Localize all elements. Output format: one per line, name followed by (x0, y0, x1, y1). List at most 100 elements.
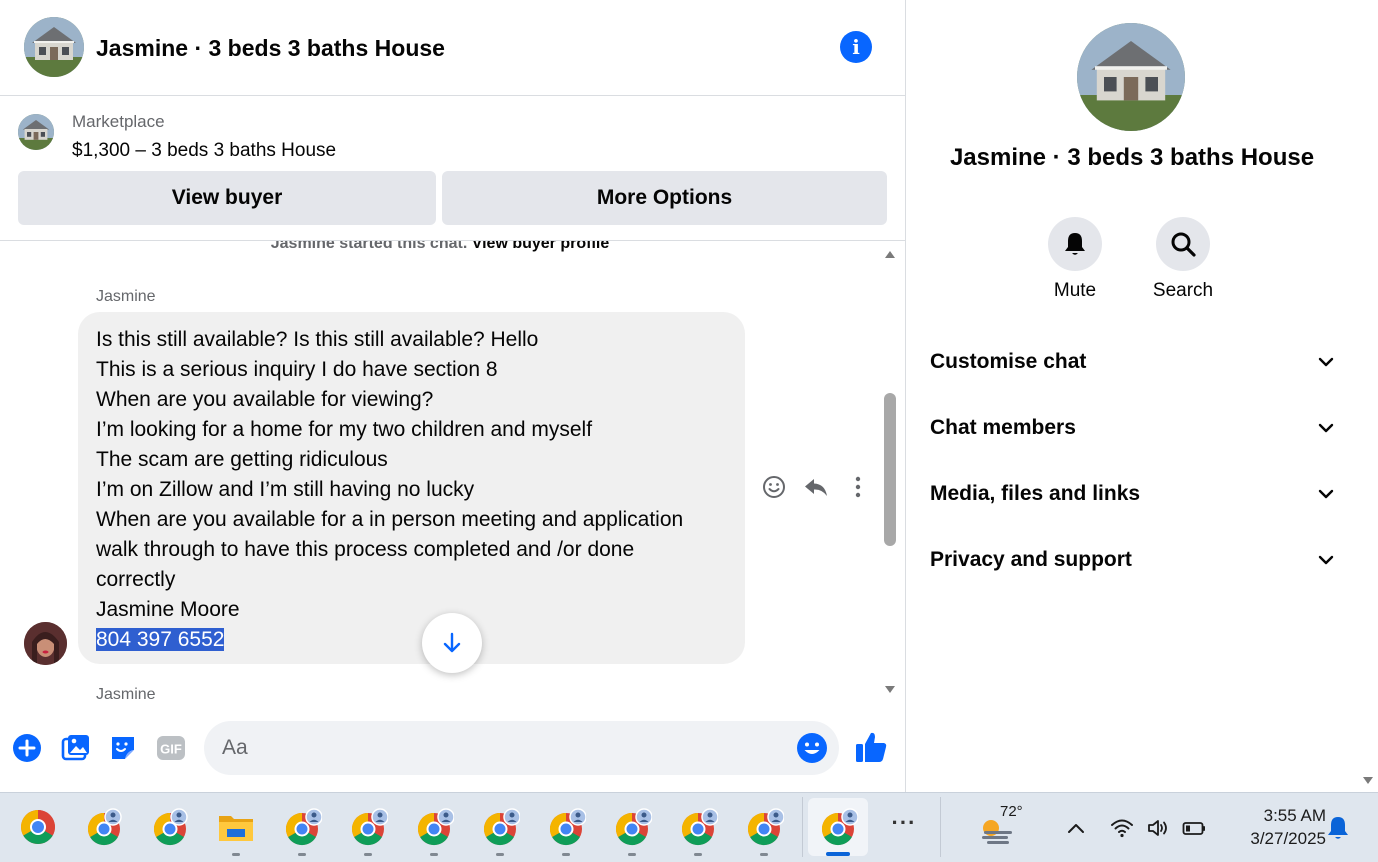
section-media-files-links[interactable]: Media, files and links (930, 468, 1336, 520)
composer: GIF (0, 712, 905, 792)
chat-pane: Jasmine · 3 beds 3 baths House i Marketp… (0, 0, 906, 792)
listing-thumbnail[interactable] (18, 114, 54, 150)
section-customise-chat[interactable]: Customise chat (930, 336, 1336, 388)
message-bubble[interactable]: Is this still available? Is this still a… (78, 312, 745, 664)
chat-started-text: Jasmine started this chat. (270, 241, 468, 252)
scroll-to-bottom-button[interactable] (422, 613, 482, 673)
more-options-button[interactable]: More Options (442, 171, 887, 225)
chrome-profile-icon[interactable] (84, 807, 124, 847)
sticker-icon[interactable] (107, 732, 139, 764)
mute-button[interactable]: Mute (1035, 217, 1115, 302)
search-label: Search (1152, 280, 1214, 301)
scroll-up-arrow-icon[interactable] (883, 247, 897, 261)
chrome-profile-icon[interactable] (282, 807, 322, 847)
message-line: walk through to have this process comple… (96, 538, 635, 561)
app-window: Jasmine · 3 beds 3 baths House i Marketp… (0, 0, 1378, 862)
conversation-avatar[interactable] (24, 17, 84, 77)
active-app-indicator (826, 852, 850, 856)
house-photo-icon (18, 114, 54, 150)
chrome-icon[interactable] (18, 807, 58, 847)
photo-gallery-icon[interactable] (60, 732, 92, 764)
message-input[interactable] (204, 721, 839, 775)
app-running-dot (364, 853, 372, 856)
file-explorer-icon[interactable] (216, 807, 256, 847)
message-line: The scam are getting ridiculous (96, 448, 388, 471)
chat-header: Jasmine · 3 beds 3 baths House i (0, 0, 905, 96)
weather-widget[interactable]: 72° (978, 803, 1028, 851)
search-icon (1171, 232, 1196, 257)
scroll-down-arrow-icon[interactable] (1361, 774, 1375, 788)
section-label: Media, files and links (930, 482, 1141, 505)
taskbar-overflow-button[interactable]: ··· (884, 812, 924, 841)
page-scrollbar[interactable] (1358, 0, 1378, 792)
taskbar-separator (940, 797, 941, 857)
sender-name: Jasmine (96, 686, 156, 703)
details-title: Jasmine · 3 beds 3 baths House (949, 144, 1315, 171)
mute-circle (1048, 217, 1102, 271)
message-line: Is this still available? Is this still a… (96, 328, 539, 351)
bell-icon (1065, 233, 1085, 255)
battery-icon[interactable] (1182, 817, 1206, 839)
mute-label: Mute (1053, 280, 1097, 301)
chrome-profile-icon[interactable] (150, 807, 190, 847)
listing-source-label: Marketplace (72, 112, 165, 131)
section-privacy-support[interactable]: Privacy and support (930, 534, 1336, 586)
wifi-icon[interactable] (1110, 817, 1134, 839)
taskbar-separator (802, 797, 803, 857)
chrome-profile-icon[interactable] (414, 807, 454, 847)
gif-icon[interactable]: GIF (155, 732, 187, 764)
listing-title[interactable]: $1,300 – 3 beds 3 baths House (72, 140, 336, 162)
chrome-profile-icon[interactable] (348, 807, 388, 847)
view-buyer-profile-link[interactable]: View buyer profile (472, 241, 610, 252)
chrome-profile-icon[interactable] (678, 807, 718, 847)
app-running-dot (430, 853, 438, 856)
chevron-up-icon[interactable] (1064, 817, 1088, 839)
chrome-profile-icon[interactable] (744, 807, 784, 847)
message-line: When are you available for viewing? (96, 388, 434, 411)
gif-label: GIF (160, 742, 182, 757)
app-running-dot (298, 853, 306, 856)
volume-icon[interactable] (1146, 817, 1170, 839)
message-list: Jasmine started this chat. View buyer pr… (0, 241, 880, 711)
house-photo-icon (24, 17, 84, 77)
message-line: I’m on Zillow and I’m still having no lu… (96, 478, 475, 501)
chevron-down-icon (1316, 352, 1336, 372)
app-running-dot (628, 853, 636, 856)
section-label: Customise chat (930, 350, 1087, 373)
chevron-down-icon (1316, 550, 1336, 570)
details-avatar[interactable] (1077, 23, 1185, 131)
thumbs-up-icon[interactable] (853, 729, 889, 765)
message-line: This is a serious inquiry I do have sect… (96, 358, 498, 381)
reply-icon[interactable] (802, 473, 830, 501)
chrome-profile-icon[interactable] (612, 807, 652, 847)
scroll-down-arrow-icon[interactable] (883, 683, 897, 697)
chrome-profile-icon-active[interactable] (818, 807, 858, 847)
message-line: I’m looking for a home for my two childr… (96, 418, 593, 441)
details-pane: Jasmine · 3 beds 3 baths House Mute Sear… (906, 0, 1358, 792)
search-button[interactable]: Search (1143, 217, 1223, 302)
react-emoji-icon[interactable] (760, 473, 788, 501)
message-line: When are you available for a in person m… (96, 508, 684, 531)
person-photo-icon (24, 622, 67, 665)
view-buyer-button[interactable]: View buyer (18, 171, 436, 225)
message-line: Jasmine Moore (96, 598, 240, 621)
app-running-dot (694, 853, 702, 856)
notification-bell-icon[interactable] (1326, 815, 1350, 841)
sender-name: Jasmine (96, 288, 156, 305)
weather-temperature: 72° (1000, 803, 1023, 820)
section-chat-members[interactable]: Chat members (930, 402, 1336, 454)
scrollbar-thumb[interactable] (884, 393, 896, 546)
emoji-icon[interactable] (796, 732, 828, 764)
message-line-selected: 804 397 6552 (96, 625, 727, 655)
info-icon[interactable]: i (840, 31, 872, 63)
chrome-profile-icon[interactable] (480, 807, 520, 847)
conversation-title: Jasmine · 3 beds 3 baths House (96, 35, 445, 61)
chrome-profile-icon[interactable] (546, 807, 586, 847)
plus-icon[interactable] (11, 732, 43, 764)
chat-scrollbar[interactable] (880, 241, 900, 703)
chevron-down-icon (1316, 484, 1336, 504)
more-vertical-icon[interactable] (844, 473, 872, 501)
clock-date: 3/27/2025 (1250, 829, 1326, 848)
system-clock[interactable]: 3:55 AM 3/27/2025 (1222, 804, 1326, 850)
sender-avatar[interactable] (24, 622, 67, 665)
